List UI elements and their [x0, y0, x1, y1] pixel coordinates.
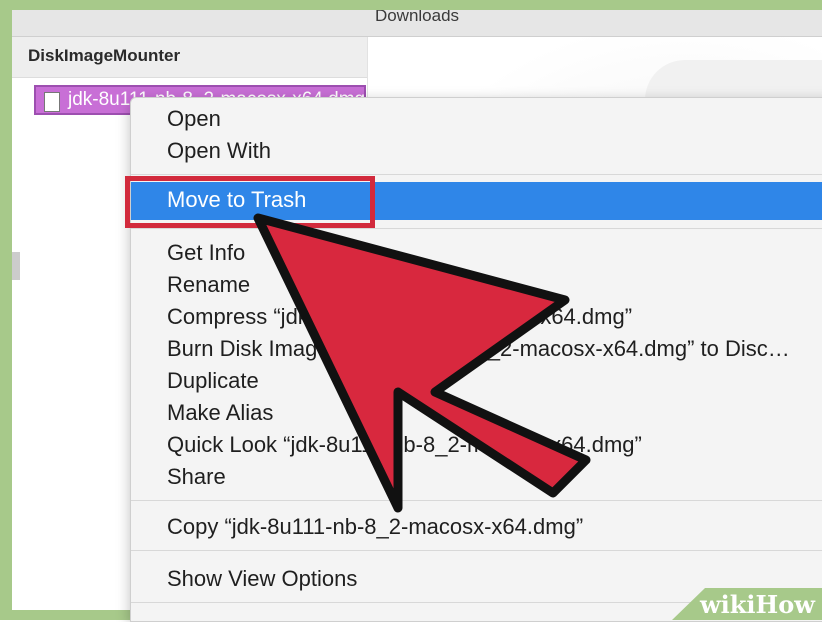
pointer-arrow-icon [253, 213, 591, 513]
watermark-text: wikiHow [700, 590, 815, 619]
